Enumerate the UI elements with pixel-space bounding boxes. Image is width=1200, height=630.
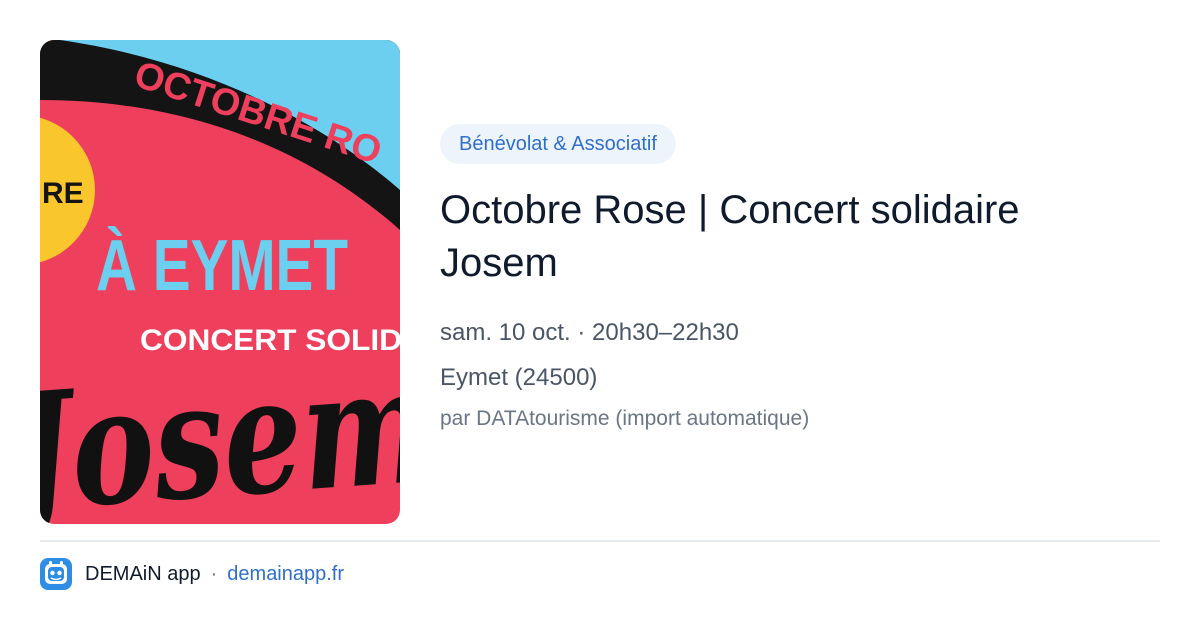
event-poster: RE OCTOBRE RO À EYMET CONCERT SOLID Jose… xyxy=(40,40,400,524)
event-datetime: sam. 10 oct. · 20h30–22h30 xyxy=(440,319,739,346)
event-info: Bénévolat & Associatif Octobre Rose | Co… xyxy=(440,124,1160,433)
demain-app-icon[interactable] xyxy=(40,558,72,590)
app-link[interactable]: demainapp.fr xyxy=(227,563,344,586)
event-image[interactable]: RE OCTOBRE RO À EYMET CONCERT SOLID Jose… xyxy=(40,40,400,524)
poster-badge-text: RE xyxy=(42,177,84,210)
category-badge[interactable]: Bénévolat & Associatif xyxy=(440,124,676,164)
footer: DEMAiN app · demainapp.fr xyxy=(40,558,344,590)
event-location: Eymet (24500) xyxy=(440,364,598,391)
poster-city-text: À EYMET xyxy=(96,226,348,306)
footer-divider xyxy=(40,540,1160,542)
poster-artist-text: Josem xyxy=(40,330,400,524)
footer-separator: · xyxy=(210,562,218,585)
event-source: par DATAtourisme (import automatique) xyxy=(440,407,810,430)
event-title[interactable]: Octobre Rose | Concert solidaire Josem xyxy=(440,184,1140,290)
app-name: DEMAiN app xyxy=(85,562,201,585)
